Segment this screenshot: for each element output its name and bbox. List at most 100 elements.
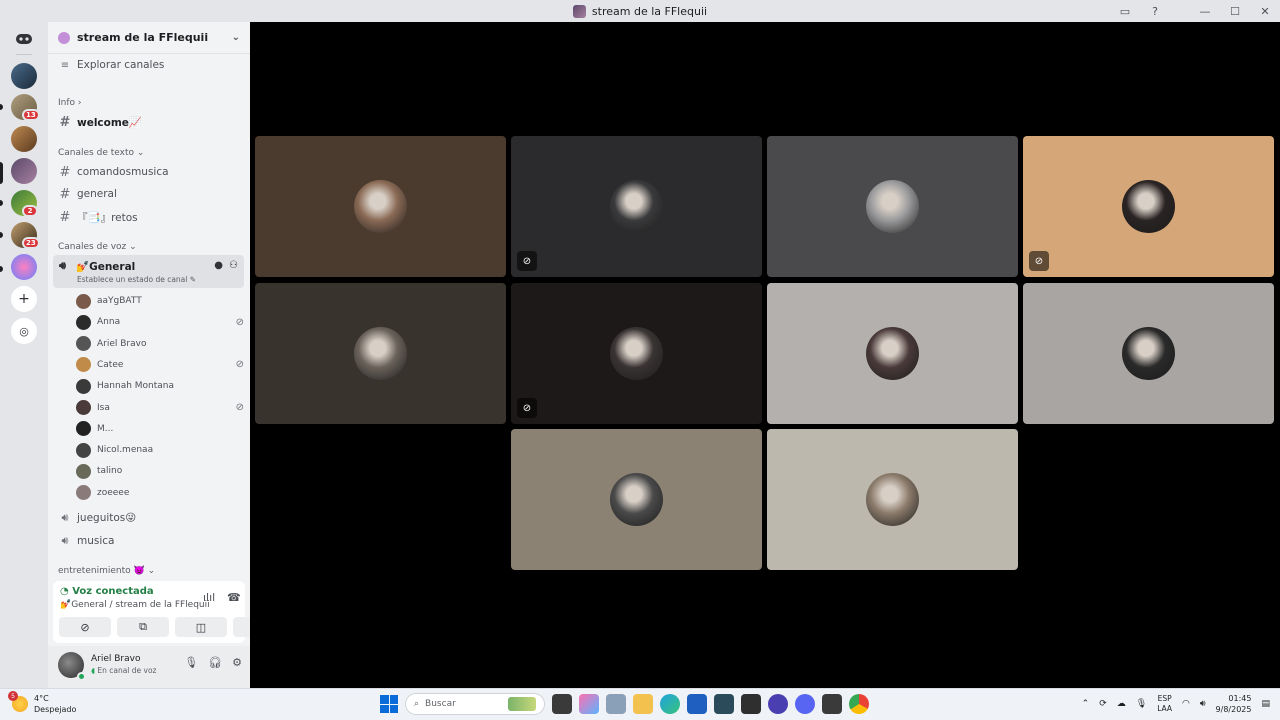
- participant-tile[interactable]: [767, 136, 1018, 277]
- microphone-icon[interactable]: 🎙︎: [184, 656, 198, 669]
- add-server-icon[interactable]: +: [11, 286, 37, 312]
- participant-tile[interactable]: [1023, 283, 1274, 424]
- weather-temp: 4°C: [34, 694, 49, 703]
- participant-tile[interactable]: [255, 283, 506, 424]
- selected-pill: [0, 162, 3, 184]
- file-explorer-icon[interactable]: [633, 694, 653, 714]
- channel-status-hint[interactable]: Establece un estado de canal ✎: [77, 275, 196, 284]
- activities-button[interactable]: ◫: [175, 617, 227, 637]
- search-icon: ⌕: [414, 699, 420, 709]
- server-folder-icon[interactable]: [11, 254, 37, 280]
- disconnect-icon[interactable]: ☎: [227, 591, 241, 604]
- hash-icon: #: [59, 186, 71, 202]
- chat-icon[interactable]: ●: [214, 260, 223, 271]
- server-icon-current[interactable]: [11, 158, 37, 184]
- discover-icon[interactable]: ◎: [11, 318, 37, 344]
- app-icon[interactable]: [768, 694, 788, 714]
- camera-button[interactable]: ⊘: [59, 617, 111, 637]
- avatar: [76, 336, 91, 352]
- voice-member[interactable]: aaYgBATT: [76, 292, 244, 310]
- voice-member[interactable]: Catee ⊘: [76, 356, 244, 374]
- taskbar: 5 4°C Despejado ⌕ Buscar ⌃ ⟳ ☁ 🎙︎ ESP LA…: [0, 688, 1280, 720]
- home-button[interactable]: [11, 26, 37, 52]
- channel-retos[interactable]: # 『📑』retos: [52, 207, 244, 227]
- participant-tile[interactable]: [255, 136, 506, 277]
- participant-tile[interactable]: [767, 283, 1018, 424]
- category-voice[interactable]: Canales de voz ⌄: [58, 242, 137, 252]
- taskbar-search[interactable]: ⌕ Buscar: [405, 693, 545, 715]
- app-icon[interactable]: [822, 694, 842, 714]
- notification-icon[interactable]: ▤: [1261, 699, 1270, 709]
- chrome-icon[interactable]: [849, 694, 869, 714]
- invite-icon[interactable]: ⚇: [229, 260, 238, 271]
- participant-tile[interactable]: [511, 429, 762, 570]
- chevron-up-icon[interactable]: ⌃: [1082, 699, 1090, 709]
- browse-channels[interactable]: ≡ Explorar canales: [52, 55, 244, 75]
- server-header[interactable]: stream de la FFlequii ⌄: [48, 22, 250, 54]
- voice-member-name: Anna: [97, 317, 121, 328]
- channel-welcome[interactable]: # welcome📈: [52, 112, 244, 132]
- channel-general[interactable]: # general: [52, 184, 244, 204]
- participant-tile[interactable]: ⊘: [1023, 136, 1274, 277]
- solitaire-icon[interactable]: [741, 694, 761, 714]
- mention-badge: 23: [22, 237, 40, 249]
- help-icon[interactable]: ?: [1140, 0, 1170, 22]
- voice-member[interactable]: Isa ⊘: [76, 399, 244, 417]
- screen-share-icon: ⧉: [139, 620, 147, 633]
- close-button[interactable]: ✕: [1250, 0, 1280, 22]
- speaker-icon: 🔊︎: [59, 259, 66, 272]
- cloud-icon[interactable]: ☁: [1117, 699, 1126, 709]
- server-icon[interactable]: [11, 63, 37, 89]
- gear-icon[interactable]: ⚙: [232, 656, 242, 669]
- screen-share-button[interactable]: ⧉: [117, 617, 169, 637]
- app-icon[interactable]: [714, 694, 734, 714]
- voice-status[interactable]: ◔ Voz conectada: [60, 586, 154, 597]
- wifi-icon[interactable]: ◠: [1182, 699, 1190, 709]
- voice-channel-general[interactable]: 🔊︎ 💅General Establece un estado de canal…: [53, 255, 244, 288]
- voice-member[interactable]: Nicol.menaa: [76, 441, 244, 459]
- volume-icon[interactable]: 🔊︎: [1200, 699, 1206, 709]
- unread-pill: [0, 104, 3, 110]
- user-name[interactable]: Ariel Bravo: [91, 654, 140, 664]
- voice-member[interactable]: Hannah Montana: [76, 377, 244, 395]
- voice-member[interactable]: Ariel Bravo: [76, 335, 244, 353]
- participant-tile[interactable]: ⊘: [511, 136, 762, 277]
- task-view-icon[interactable]: [552, 694, 572, 714]
- participant-tile[interactable]: [767, 429, 1018, 570]
- voice-member[interactable]: Anna ⊘: [76, 313, 244, 331]
- list-icon: ≡: [60, 59, 70, 71]
- server-icon[interactable]: [11, 126, 37, 152]
- participant-tile[interactable]: ⊘: [511, 283, 762, 424]
- voice-channel-musica[interactable]: 🔊︎ musica: [52, 531, 244, 551]
- speaker-icon: 🔊︎: [61, 511, 69, 524]
- store-icon[interactable]: [687, 694, 707, 714]
- category-info[interactable]: Info ›: [58, 98, 82, 108]
- mic-muted-icon: ⊘: [235, 316, 244, 328]
- microphone-icon[interactable]: 🎙︎: [1136, 699, 1147, 709]
- copilot-icon[interactable]: [579, 694, 599, 714]
- discord-icon[interactable]: [795, 694, 815, 714]
- language-code: ESP: [1157, 694, 1172, 703]
- minimize-button[interactable]: —: [1190, 0, 1220, 22]
- clock[interactable]: 01:45 9/8/2025: [1216, 693, 1252, 715]
- sync-icon[interactable]: ⟳: [1099, 699, 1107, 709]
- channel-comandosmusica[interactable]: # comandosmusica: [52, 162, 244, 182]
- category-entertainment[interactable]: entretenimiento 👿 ⌄: [58, 566, 155, 576]
- voice-location[interactable]: 💅General / stream de la FFlequii: [60, 600, 210, 610]
- voice-member[interactable]: M...: [76, 420, 244, 438]
- maximize-button[interactable]: ☐: [1220, 0, 1250, 22]
- app-icon[interactable]: [606, 694, 626, 714]
- weather-widget[interactable]: 5 4°C Despejado: [8, 691, 76, 715]
- edge-icon[interactable]: [660, 694, 680, 714]
- voice-member-name: Hannah Montana: [97, 381, 175, 392]
- voice-member[interactable]: zoeeee: [76, 484, 244, 502]
- noise-suppression-icon[interactable]: ılıl: [203, 591, 215, 604]
- rail-divider: [16, 54, 32, 55]
- language-indicator[interactable]: ESP LAA: [1157, 694, 1172, 714]
- voice-member[interactable]: talino: [76, 462, 244, 480]
- category-text[interactable]: Canales de texto ⌄: [58, 148, 144, 158]
- voice-channel-jueguitos[interactable]: 🔊︎ jueguitos😜: [52, 508, 244, 528]
- windows-start-icon[interactable]: [380, 695, 398, 713]
- headphones-icon[interactable]: 🎧︎: [208, 656, 222, 669]
- inbox-icon[interactable]: ▭: [1110, 0, 1140, 22]
